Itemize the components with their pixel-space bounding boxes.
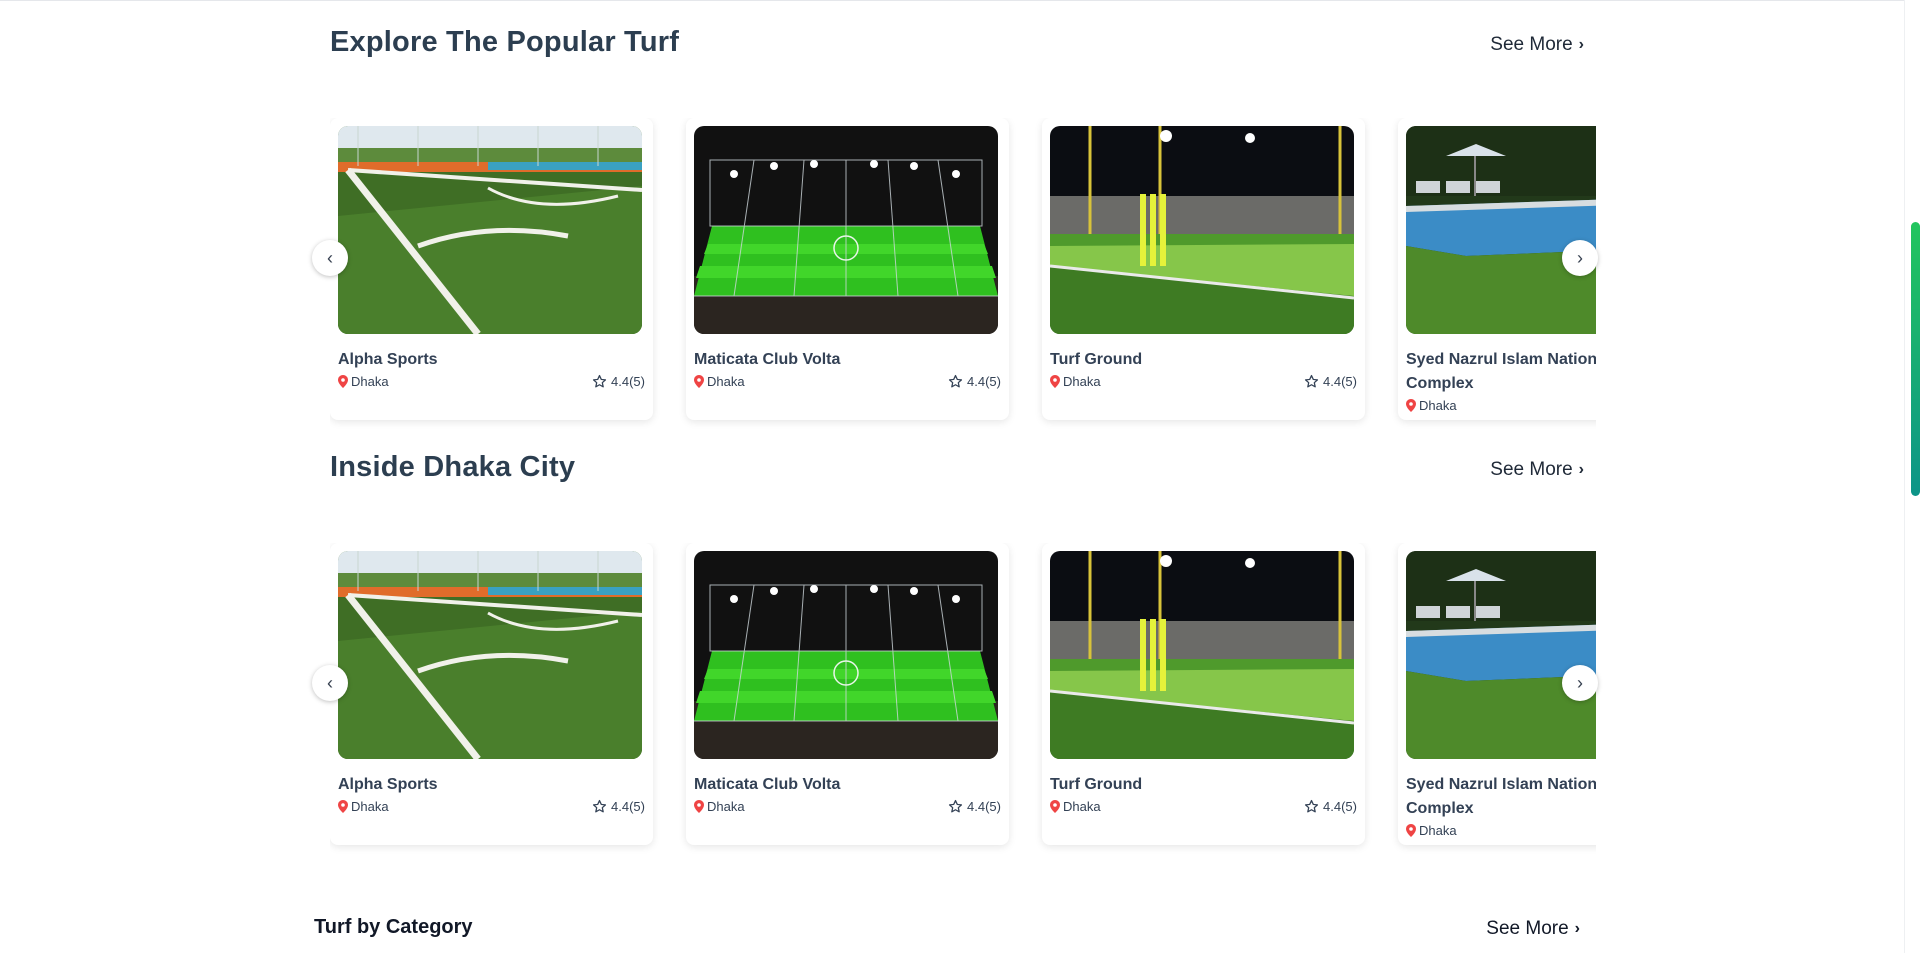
- turf-card[interactable]: Alpha Sports Dhaka 4.4(5): [330, 543, 653, 845]
- turf-rating: 4.4(5): [948, 799, 1001, 814]
- map-pin-icon: [694, 375, 704, 388]
- see-more-label: See More: [1486, 918, 1569, 939]
- map-pin-icon: [338, 375, 348, 388]
- turf-image[interactable]: [1406, 126, 1596, 334]
- turf-card[interactable]: Maticata Club Volta Dhaka 4.4(5): [686, 118, 1009, 420]
- chevron-right-icon: ›: [1577, 247, 1583, 268]
- turf-card[interactable]: Turf Ground Dhaka 4.4(5): [1042, 543, 1365, 845]
- map-pin-icon: [1406, 824, 1416, 837]
- location-label: Dhaka: [351, 374, 389, 389]
- turf-location: Dhaka: [338, 374, 389, 389]
- chevron-right-icon: ›: [1574, 920, 1580, 937]
- turf-carousel: Alpha Sports Dhaka 4.4(5) Maticata Club …: [330, 543, 1596, 873]
- turf-rating: 4.4(5): [592, 799, 645, 814]
- turf-location: Dhaka: [1050, 799, 1101, 814]
- location-label: Dhaka: [1063, 374, 1101, 389]
- carousel-next-button[interactable]: ›: [1562, 240, 1598, 276]
- rating-label: 4.4(5): [1323, 799, 1357, 814]
- map-pin-icon: [1050, 375, 1060, 388]
- location-label: Dhaka: [707, 799, 745, 814]
- turf-location: Dhaka: [1406, 398, 1457, 413]
- carousel-next-button[interactable]: ›: [1562, 665, 1598, 701]
- chevron-right-icon: ›: [1578, 36, 1584, 53]
- turf-location: Dhaka: [338, 799, 389, 814]
- turf-image[interactable]: [1050, 551, 1354, 759]
- see-more-label: See More: [1490, 459, 1573, 480]
- location-label: Dhaka: [351, 799, 389, 814]
- turf-image[interactable]: [338, 551, 642, 759]
- top-divider: [0, 0, 1905, 1]
- section-title: Explore The Popular Turf: [330, 26, 680, 58]
- carousel-prev-button[interactable]: ‹: [312, 240, 348, 276]
- star-outline-icon: [592, 799, 607, 813]
- turf-name[interactable]: Syed Nazrul Islam National Complex: [1406, 348, 1596, 396]
- turf-location: Dhaka: [694, 374, 745, 389]
- turf-location: Dhaka: [1406, 823, 1457, 838]
- rating-label: 4.4(5): [611, 799, 645, 814]
- turf-card[interactable]: Turf Ground Dhaka 4.4(5): [1042, 118, 1365, 420]
- turf-name[interactable]: Maticata Club Volta: [694, 348, 904, 372]
- turf-rating: 4.4(5): [1304, 799, 1357, 814]
- chevron-right-icon: ›: [1578, 461, 1584, 478]
- rating-label: 4.4(5): [611, 374, 645, 389]
- chevron-left-icon: ‹: [327, 247, 333, 268]
- scrollbar-thumb[interactable]: [1911, 222, 1920, 496]
- turf-image[interactable]: [694, 551, 998, 759]
- see-more-button[interactable]: See More ›: [1486, 918, 1580, 940]
- turf-location: Dhaka: [694, 799, 745, 814]
- carousel-track: Alpha Sports Dhaka 4.4(5) Maticata Club …: [330, 543, 1596, 845]
- turf-name[interactable]: Turf Ground: [1050, 773, 1260, 797]
- turf-name[interactable]: Alpha Sports: [338, 348, 548, 372]
- turf-card[interactable]: Maticata Club Volta Dhaka 4.4(5): [686, 543, 1009, 845]
- carousel-track: Alpha Sports Dhaka 4.4(5) Maticata Club …: [330, 118, 1596, 420]
- rating-label: 4.4(5): [1323, 374, 1357, 389]
- turf-card[interactable]: Alpha Sports Dhaka 4.4(5): [330, 118, 653, 420]
- turf-carousel: Alpha Sports Dhaka 4.4(5) Maticata Club …: [330, 118, 1596, 448]
- turf-name[interactable]: Turf Ground: [1050, 348, 1260, 372]
- turf-name[interactable]: Maticata Club Volta: [694, 773, 904, 797]
- see-more-label: See More: [1490, 34, 1573, 55]
- see-more-button[interactable]: See More ›: [1490, 34, 1584, 56]
- section-title: Inside Dhaka City: [330, 451, 576, 483]
- turf-name[interactable]: Alpha Sports: [338, 773, 548, 797]
- section-turf-by-category: Turf by Category See More ›: [314, 916, 1594, 939]
- turf-rating: 4.4(5): [1304, 374, 1357, 389]
- location-label: Dhaka: [1419, 823, 1457, 838]
- page-scrollbar[interactable]: [1904, 0, 1920, 953]
- rating-label: 4.4(5): [967, 799, 1001, 814]
- section-title: Turf by Category: [314, 916, 473, 938]
- chevron-right-icon: ›: [1577, 672, 1583, 693]
- turf-image[interactable]: [1050, 126, 1354, 334]
- chevron-left-icon: ‹: [327, 672, 333, 693]
- map-pin-icon: [1406, 399, 1416, 412]
- star-outline-icon: [948, 374, 963, 388]
- turf-image[interactable]: [338, 126, 642, 334]
- turf-rating: 4.4(5): [948, 374, 1001, 389]
- star-outline-icon: [592, 374, 607, 388]
- location-label: Dhaka: [1419, 398, 1457, 413]
- rating-label: 4.4(5): [967, 374, 1001, 389]
- turf-location: Dhaka: [1050, 374, 1101, 389]
- star-outline-icon: [948, 799, 963, 813]
- star-outline-icon: [1304, 799, 1319, 813]
- location-label: Dhaka: [707, 374, 745, 389]
- star-outline-icon: [1304, 374, 1319, 388]
- map-pin-icon: [338, 800, 348, 813]
- turf-rating: 4.4(5): [592, 374, 645, 389]
- carousel-prev-button[interactable]: ‹: [312, 665, 348, 701]
- turf-name[interactable]: Syed Nazrul Islam National Complex: [1406, 773, 1596, 821]
- location-label: Dhaka: [1063, 799, 1101, 814]
- turf-image[interactable]: [1406, 551, 1596, 759]
- map-pin-icon: [1050, 800, 1060, 813]
- turf-image[interactable]: [694, 126, 998, 334]
- see-more-button[interactable]: See More ›: [1490, 459, 1584, 481]
- map-pin-icon: [694, 800, 704, 813]
